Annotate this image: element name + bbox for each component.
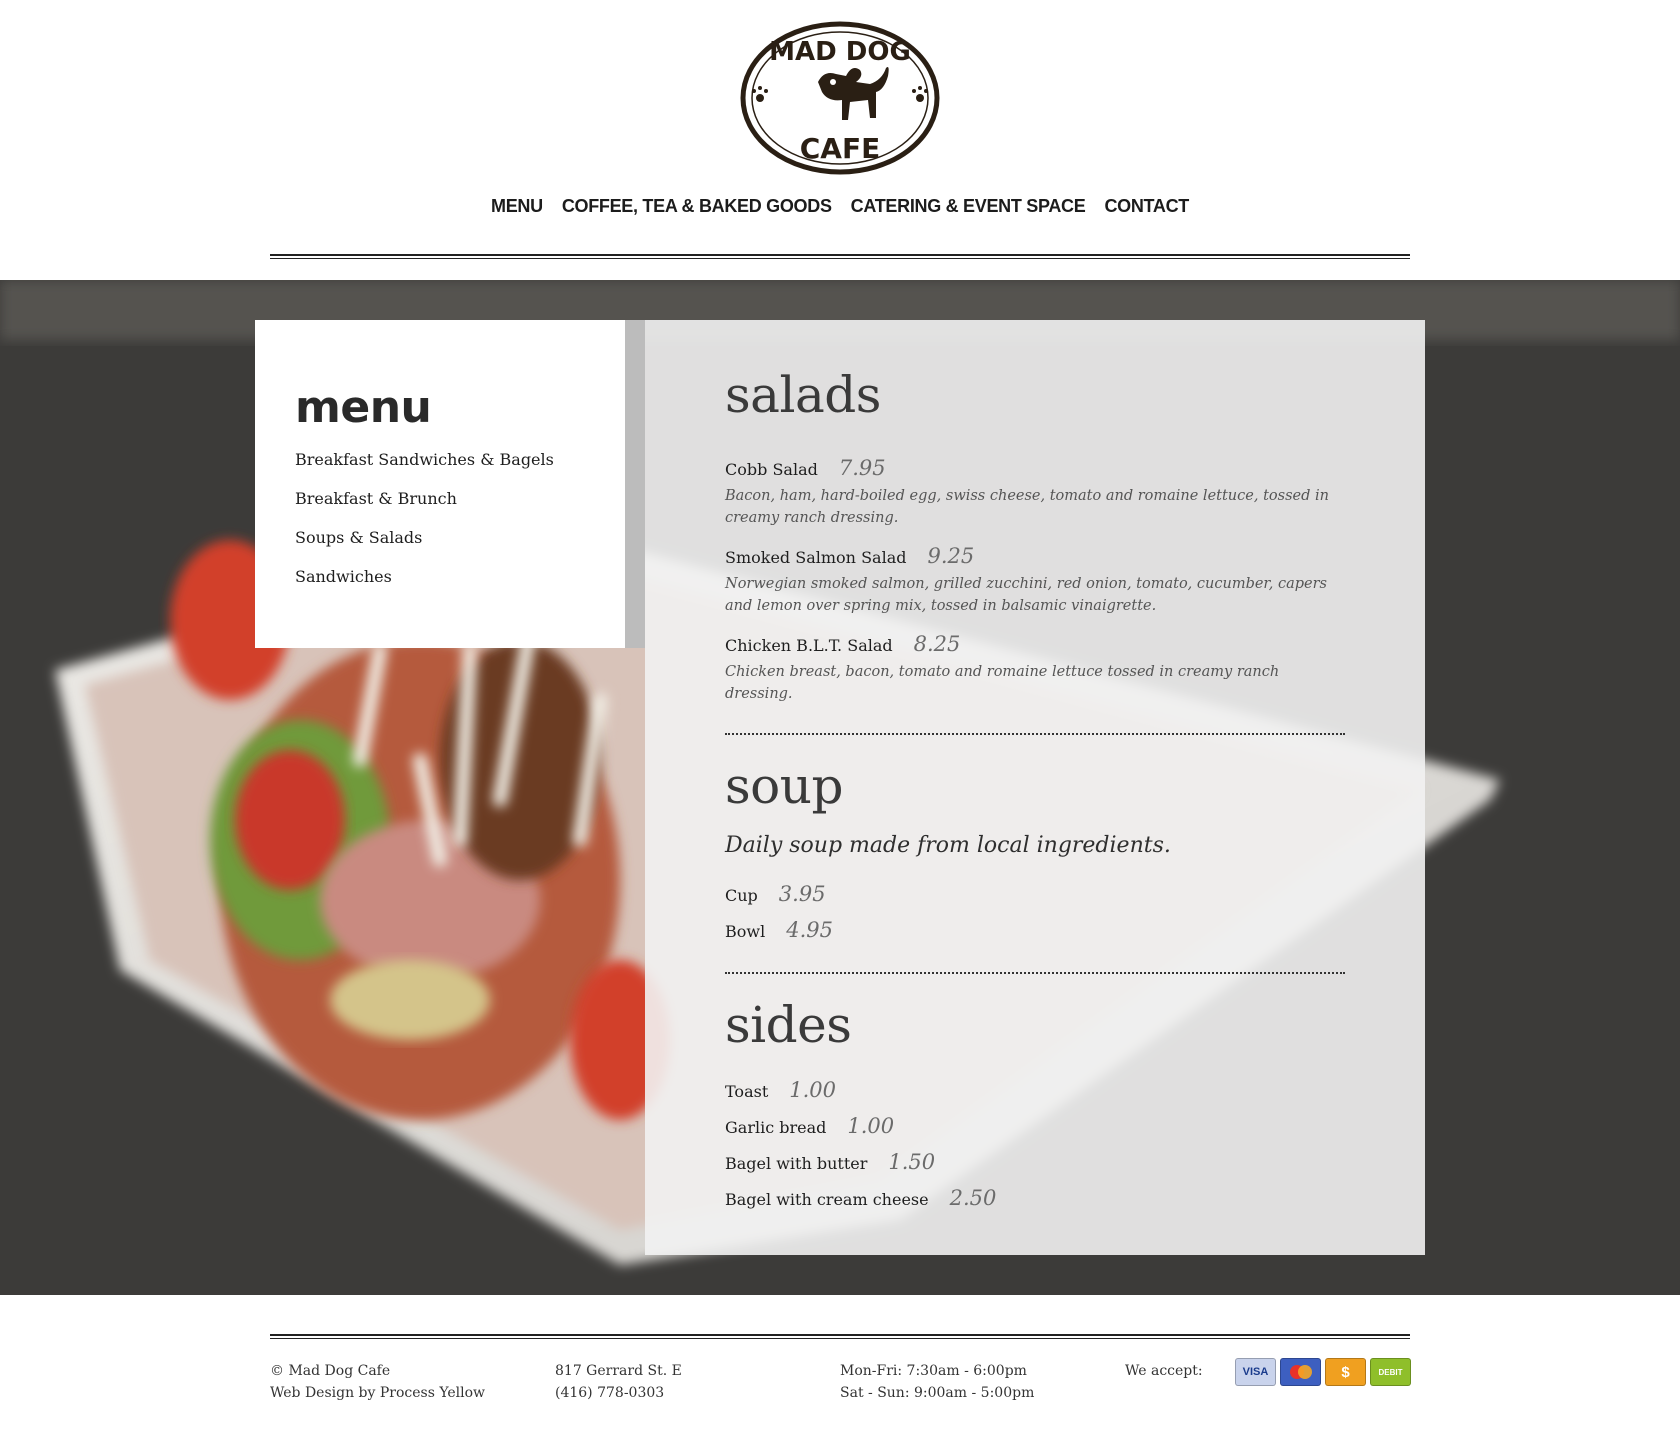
sidebar-title: menu bbox=[295, 382, 432, 433]
menu-item: Bagel with butter 1.50 bbox=[725, 1150, 1345, 1174]
sidebar-item-soups-salads[interactable]: Soups & Salads bbox=[295, 528, 554, 567]
menu-item: Toast 1.00 bbox=[725, 1078, 1345, 1102]
sides-heading: sides bbox=[725, 996, 852, 1054]
item-price: 1.00 bbox=[847, 1114, 895, 1138]
logo[interactable]: MAD DOG CAFE bbox=[738, 20, 942, 176]
item-price: 9.25 bbox=[927, 544, 975, 568]
item-price: 8.25 bbox=[913, 632, 961, 656]
nav-contact[interactable]: CONTACT bbox=[1104, 196, 1189, 217]
menu-sidebar: menu Breakfast Sandwiches & Bagels Break… bbox=[255, 320, 625, 648]
hours-weekday: Mon-Fri: 7:30am - 6:00pm bbox=[840, 1363, 1027, 1379]
nav-menu[interactable]: MENU bbox=[491, 196, 543, 217]
footer-hours-block: Mon-Fri: 7:30am - 6:00pm Sat - Sun: 9:00… bbox=[840, 1360, 1034, 1404]
footer-address-block: 817 Gerrard St. E (416) 778-0303 bbox=[555, 1360, 682, 1404]
item-name: Chicken B.L.T. Salad bbox=[725, 636, 893, 655]
menu-item: Bagel with cream cheese 2.50 bbox=[725, 1186, 1345, 1210]
footer-copyright-block: © Mad Dog Cafe Web Design by Process Yel… bbox=[270, 1360, 485, 1404]
logo-text-top: MAD DOG bbox=[769, 37, 911, 67]
cash-icon: $ bbox=[1325, 1358, 1366, 1386]
copyright-text: © Mad Dog Cafe bbox=[270, 1363, 391, 1379]
menu-item: Cobb Salad 7.95 Bacon, ham, hard-boiled … bbox=[725, 456, 1345, 529]
nav-catering-event-space[interactable]: CATERING & EVENT SPACE bbox=[851, 196, 1086, 217]
soup-heading: soup bbox=[725, 757, 843, 815]
item-name: Bagel with butter bbox=[725, 1154, 868, 1173]
header-divider bbox=[270, 254, 1410, 259]
item-price: 2.50 bbox=[949, 1186, 997, 1210]
sidebar-list: Breakfast Sandwiches & Bagels Breakfast … bbox=[295, 450, 554, 606]
menu-item: Smoked Salmon Salad 9.25 Norwegian smoke… bbox=[725, 544, 1345, 617]
sidebar-item-breakfast-sandwiches-bagels[interactable]: Breakfast Sandwiches & Bagels bbox=[295, 450, 554, 489]
credit-link[interactable]: Web Design by Process Yellow bbox=[270, 1382, 485, 1404]
footer-divider bbox=[270, 1334, 1410, 1339]
hours-weekend: Sat - Sun: 9:00am - 5:00pm bbox=[840, 1385, 1035, 1401]
address-text: 817 Gerrard St. E bbox=[555, 1363, 682, 1379]
item-price: 1.50 bbox=[888, 1150, 936, 1174]
soup-tagline: Daily soup made from local ingredients. bbox=[725, 833, 1171, 858]
salads-heading: salads bbox=[725, 366, 881, 424]
logo-text-bottom: CAFE bbox=[800, 132, 880, 165]
menu-content: salads Cobb Salad 7.95 Bacon, ham, hard-… bbox=[725, 370, 1345, 1210]
section-divider bbox=[725, 733, 1345, 735]
payment-cards: VISA $ DEBIT bbox=[1235, 1358, 1411, 1386]
accept-label: We accept: bbox=[1125, 1363, 1203, 1379]
item-name: Garlic bread bbox=[725, 1118, 827, 1137]
visa-card-icon: VISA bbox=[1235, 1358, 1276, 1386]
sidebar-item-sandwiches[interactable]: Sandwiches bbox=[295, 567, 554, 606]
main-nav: MENU COFFEE, TEA & BAKED GOODS CATERING … bbox=[0, 196, 1680, 217]
phone-text: (416) 778-0303 bbox=[555, 1385, 665, 1401]
item-price: 1.00 bbox=[789, 1078, 837, 1102]
menu-item: Chicken B.L.T. Salad 8.25 Chicken breast… bbox=[725, 632, 1345, 705]
item-description: Chicken breast, bacon, tomato and romain… bbox=[725, 664, 1280, 702]
item-name: Bagel with cream cheese bbox=[725, 1190, 929, 1209]
item-name: Cup bbox=[725, 886, 758, 905]
sidebar-item-breakfast-brunch[interactable]: Breakfast & Brunch bbox=[295, 489, 554, 528]
item-name: Cobb Salad bbox=[725, 460, 818, 479]
menu-item: Cup 3.95 bbox=[725, 882, 1345, 906]
mad-dog-logo-icon: MAD DOG CAFE bbox=[740, 21, 940, 175]
item-price: 4.95 bbox=[786, 918, 833, 942]
item-price: 3.95 bbox=[778, 882, 826, 906]
mastercard-icon bbox=[1280, 1358, 1321, 1386]
item-name: Toast bbox=[725, 1082, 769, 1101]
item-name: Bowl bbox=[725, 922, 766, 941]
item-description: Norwegian smoked salmon, grilled zucchin… bbox=[725, 576, 1327, 614]
menu-item: Bowl 4.95 bbox=[725, 918, 1345, 942]
menu-item: Garlic bread 1.00 bbox=[725, 1114, 1345, 1138]
nav-coffee-tea-baked-goods[interactable]: COFFEE, TEA & BAKED GOODS bbox=[562, 196, 832, 217]
item-name: Smoked Salmon Salad bbox=[725, 548, 907, 567]
debit-card-icon: DEBIT bbox=[1370, 1358, 1411, 1386]
section-divider bbox=[725, 972, 1345, 974]
item-description: Bacon, ham, hard-boiled egg, swiss chees… bbox=[725, 488, 1329, 526]
sidebar-divider bbox=[625, 320, 645, 648]
item-price: 7.95 bbox=[838, 456, 886, 480]
